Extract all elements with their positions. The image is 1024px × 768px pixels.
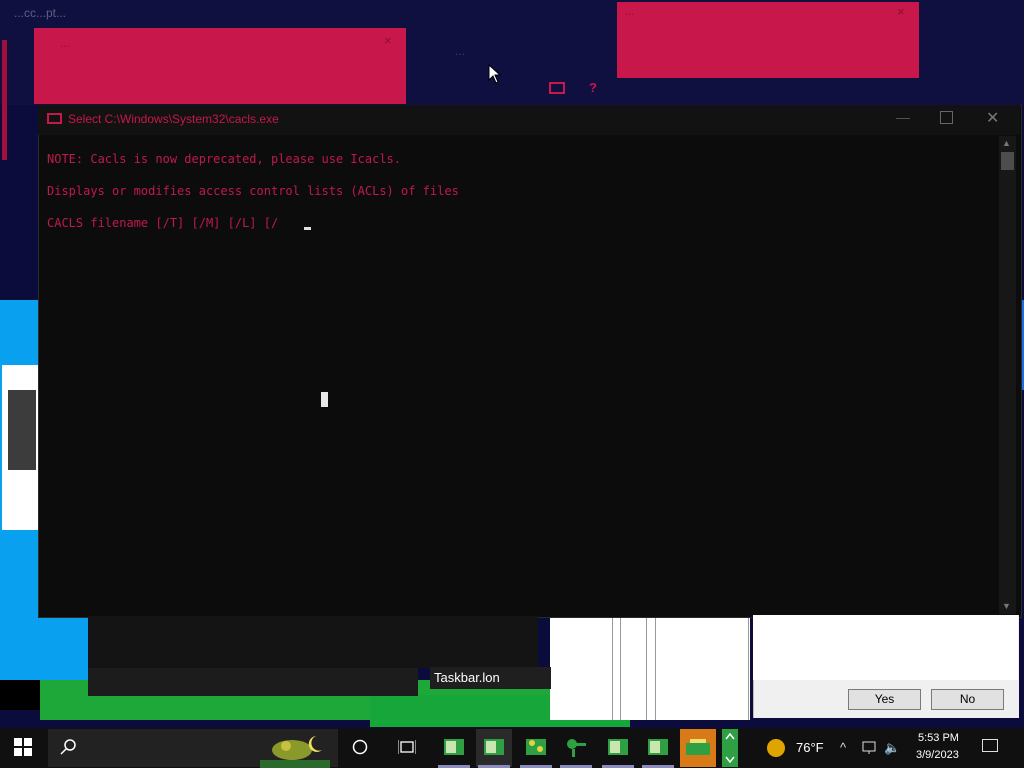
scrollbar-thumb[interactable] (1001, 152, 1014, 170)
scroll-down-icon[interactable]: ▼ (1002, 601, 1011, 611)
divider (620, 612, 621, 720)
taskbar-app-icon[interactable] (558, 729, 594, 767)
taskbar-tooltip: Taskbar.lon (430, 667, 551, 689)
console-line: NOTE: Cacls is now deprecated, please us… (47, 152, 402, 166)
taskbar-app-icon[interactable] (436, 729, 472, 767)
no-button[interactable]: No (931, 689, 1004, 710)
yes-button[interactable]: Yes (848, 689, 921, 710)
divider (655, 612, 656, 720)
chevron-icon[interactable] (722, 729, 738, 767)
clock-time[interactable]: 5:53 PM (918, 732, 959, 744)
notification-icon[interactable] (982, 739, 998, 752)
taskbar-app-icon[interactable] (640, 729, 676, 767)
background-panel-dark (8, 390, 36, 470)
taskbar-app-icon[interactable] (600, 729, 636, 767)
taskbar-app-icon[interactable] (680, 729, 716, 767)
background-window-title: ...cc...pt... (14, 6, 67, 20)
background-dialog-title: ... (625, 6, 635, 18)
minimize-button[interactable]: — (896, 109, 910, 125)
windows-start-icon[interactable] (14, 738, 32, 756)
console-title: Select C:\Windows\System32\cacls.exe (68, 112, 279, 126)
close-button[interactable]: ✕ (986, 108, 999, 128)
clock-date[interactable]: 3/9/2023 (916, 749, 959, 761)
background-window-title-2: ... (455, 44, 466, 58)
task-view-icon[interactable] (398, 739, 416, 755)
console-line: Displays or modifies access control list… (47, 184, 459, 198)
background-window-edge (2, 40, 7, 160)
search-icon[interactable] (60, 738, 78, 756)
text-cursor (304, 227, 311, 230)
background-dialog-pink[interactable] (34, 28, 406, 104)
taskbar-app-icon[interactable] (518, 729, 554, 767)
taskbar-app-icon[interactable] (476, 729, 512, 767)
divider (748, 612, 749, 720)
volume-icon[interactable]: 🔈 (884, 740, 900, 756)
background-dialog-title: ... (60, 36, 71, 50)
search-highlight-icon (260, 736, 330, 768)
text-cursor (321, 392, 328, 407)
background-panels (550, 612, 750, 720)
window-icon (549, 82, 565, 94)
divider (612, 612, 613, 720)
scrollbar[interactable] (999, 136, 1016, 614)
cortana-icon[interactable] (352, 739, 368, 755)
close-icon[interactable]: × (384, 33, 392, 48)
tray-overflow-icon[interactable]: ^ (840, 740, 846, 755)
mouse-pointer-icon (488, 64, 502, 84)
scroll-up-icon[interactable]: ▲ (1002, 138, 1011, 148)
close-icon[interactable]: × (897, 4, 905, 19)
background-dialog-pink[interactable] (617, 2, 919, 78)
background-strip (88, 668, 418, 696)
console-line: CACLS filename [/T] [/M] [/L] [/ (47, 216, 279, 230)
weather-icon[interactable] (767, 739, 785, 757)
help-icon[interactable]: ? (589, 80, 597, 95)
console-app-icon (47, 113, 62, 124)
weather-temperature[interactable]: 76°F (796, 740, 824, 755)
console-artifact (88, 616, 538, 668)
network-icon[interactable] (862, 741, 880, 755)
divider (646, 612, 647, 720)
confirm-dialog-body (753, 615, 1018, 680)
maximize-button[interactable] (940, 111, 953, 124)
console-window[interactable] (38, 105, 1022, 618)
